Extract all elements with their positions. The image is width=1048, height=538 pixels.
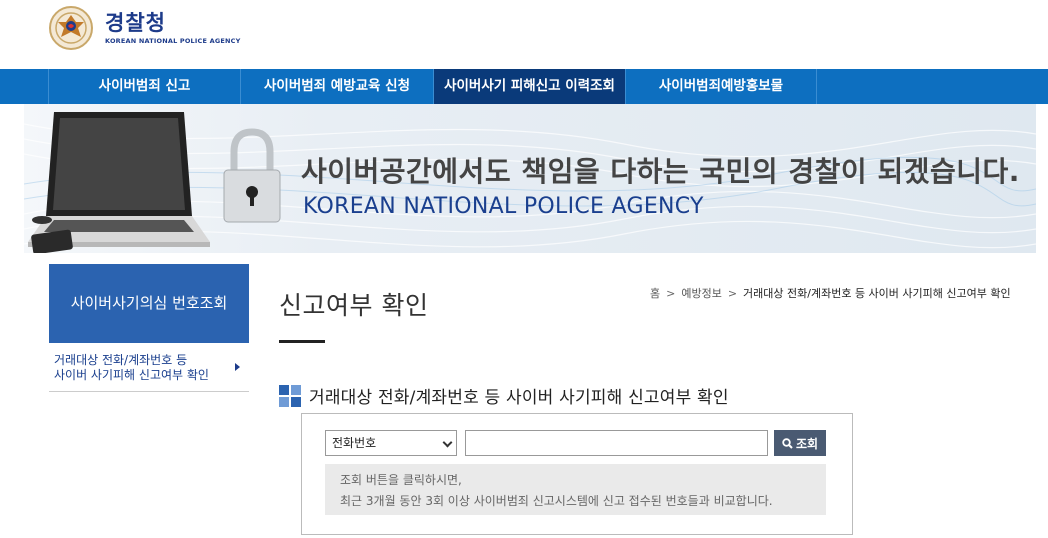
police-emblem-icon [49, 6, 93, 50]
site-header: 경찰청 KOREAN NATIONAL POLICE AGENCY [0, 0, 1048, 69]
grid-icon [279, 384, 301, 407]
title-underline [279, 340, 325, 343]
hero-banner: 사이버공간에서도 책임을 다하는 국민의 경찰이 되겠습니다. KOREAN N… [24, 104, 1036, 253]
info-line-1: 조회 버튼을 클릭하시면, [340, 473, 462, 487]
lookup-info-box: 조회 버튼을 클릭하시면, 최근 3개월 동안 3회 이상 사이버범죄 신고시스… [325, 464, 826, 515]
search-button-label: 조회 [795, 436, 819, 451]
banner-headline: 사이버공간에서도 책임을 다하는 국민의 경찰이 되겠습니다. [301, 155, 1020, 188]
nav-cybercrime-report[interactable]: 사이버범죄 신고 [48, 69, 241, 104]
sidebar-item-line1: 거래대상 전화/계좌번호 등 [54, 353, 188, 367]
logo-english: KOREAN NATIONAL POLICE AGENCY [105, 37, 241, 45]
arrow-right-icon [235, 363, 240, 371]
lookup-type-select[interactable]: 전화번호 [325, 430, 457, 456]
page-title: 신고여부 확인 [279, 291, 429, 320]
lookup-form: 전화번호 조회 조회 버튼을 클릭하시면, 최근 3개월 동안 3회 이상 사이… [301, 413, 853, 535]
banner-subline: KOREAN NATIONAL POLICE AGENCY [303, 194, 704, 219]
logo-text: 경찰청 KOREAN NATIONAL POLICE AGENCY [105, 11, 241, 45]
breadcrumb-separator-icon: > [727, 286, 738, 300]
breadcrumb-home[interactable]: 홈 [650, 285, 660, 301]
laptop-lock-illustration [28, 112, 281, 253]
lookup-number-input[interactable] [465, 430, 768, 456]
search-icon [782, 437, 793, 449]
nav-fraud-history-lookup[interactable]: 사이버사기 피해신고 이력조회 [434, 69, 626, 104]
chevron-down-icon [442, 437, 453, 448]
info-line-2: 최근 3개월 동안 3회 이상 사이버범죄 신고시스템에 신고 접수된 번호들과… [340, 494, 773, 508]
section-title: 거래대상 전화/계좌번호 등 사이버 사기피해 신고여부 확인 [309, 388, 729, 408]
breadcrumb-prevention-info[interactable]: 예방정보 [681, 285, 721, 301]
nav-promotional-materials[interactable]: 사이버범죄예방홍보물 [626, 69, 817, 104]
police-logo[interactable]: 경찰청 KOREAN NATIONAL POLICE AGENCY [48, 4, 241, 52]
breadcrumb: 홈 > 예방정보 > 거래대상 전화/계좌번호 등 사이버 사기피해 신고여부 … [650, 285, 1011, 301]
search-button[interactable]: 조회 [774, 430, 826, 456]
main-nav: 사이버범죄 신고 사이버범죄 예방교육 신청 사이버사기 피해신고 이력조회 사… [0, 69, 1048, 104]
sidebar-item-line2: 사이버 사기피해 신고여부 확인 [54, 368, 209, 382]
sidebar-item-fraud-check[interactable]: 거래대상 전화/계좌번호 등 사이버 사기피해 신고여부 확인 [49, 343, 249, 392]
lookup-type-value: 전화번호 [332, 436, 377, 450]
nav-prevention-education[interactable]: 사이버범죄 예방교육 신청 [241, 69, 434, 104]
breadcrumb-current: 거래대상 전화/계좌번호 등 사이버 사기피해 신고여부 확인 [743, 287, 1011, 300]
breadcrumb-separator-icon: > [666, 286, 676, 300]
sidebar-title: 사이버사기의심 번호조회 [49, 264, 249, 343]
logo-korean: 경찰청 [105, 11, 166, 35]
section-heading: 거래대상 전화/계좌번호 등 사이버 사기피해 신고여부 확인 [279, 383, 729, 408]
